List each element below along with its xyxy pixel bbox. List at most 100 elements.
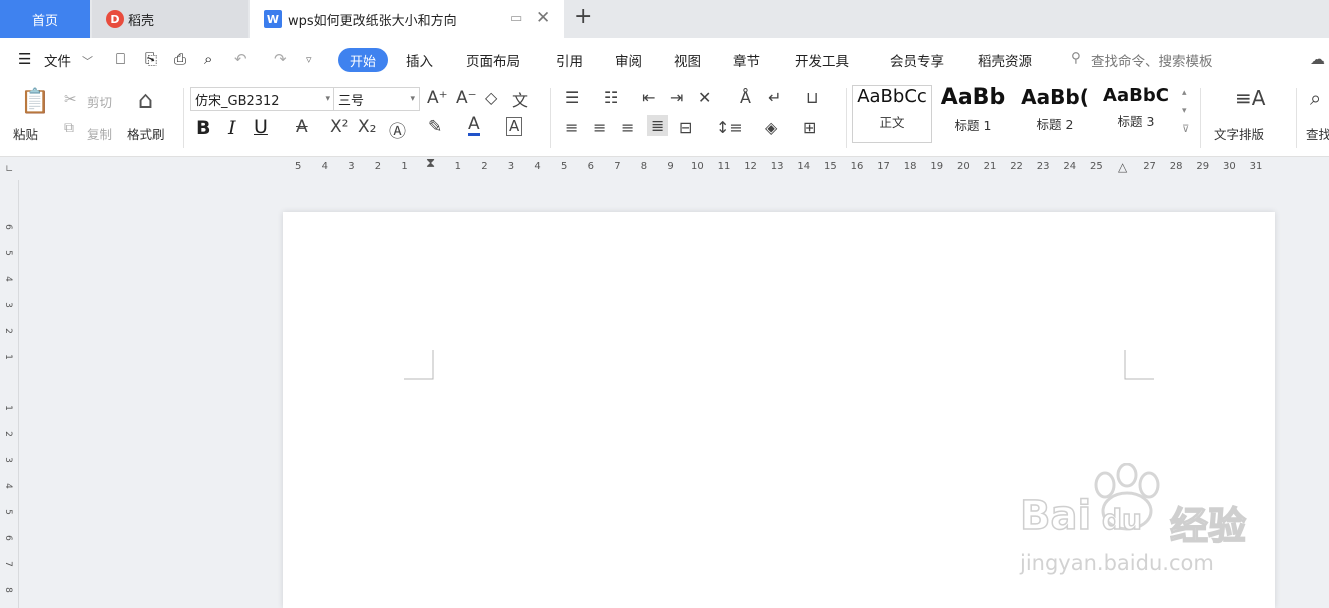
close-icon[interactable]: ✕	[536, 8, 550, 28]
superscript-icon[interactable]: X²	[330, 117, 348, 137]
styles-scroll-down-icon[interactable]: ▾	[1182, 106, 1187, 116]
margin-corner-top-left	[404, 350, 434, 380]
hamburger-icon[interactable]: ☰	[18, 50, 31, 68]
search-icon: ⚲	[1071, 50, 1081, 66]
ruler-tick: 30	[1223, 161, 1236, 172]
tab-document[interactable]: W wps如何更改纸张大小和方向 ▭ ✕	[250, 0, 564, 38]
vertical-ruler[interactable]	[0, 180, 19, 608]
bullet-list-icon[interactable]: ☰	[565, 88, 579, 107]
find-button[interactable]: 查找	[1306, 124, 1329, 143]
styles-scroll-up-icon[interactable]: ▴	[1182, 88, 1187, 98]
find-icon[interactable]: ⌕	[1310, 86, 1321, 110]
save-icon[interactable]: ⎕	[116, 50, 125, 68]
export-pdf-icon[interactable]: ⎘	[145, 50, 157, 68]
pinyin-icon[interactable]: 文	[512, 87, 528, 111]
highlight-icon[interactable]: ✎	[428, 117, 442, 137]
strikethrough-icon[interactable]: A	[296, 117, 308, 137]
style-heading-2[interactable]: AaBb( 标题 2	[1015, 85, 1095, 143]
font-size-select[interactable]: 三号 ▾	[333, 87, 420, 111]
ruler-tick: 3	[2, 301, 13, 308]
decrease-indent-icon[interactable]: ⇤	[642, 88, 655, 107]
bold-icon[interactable]: B	[196, 117, 210, 139]
ruler-tick: 5	[2, 509, 13, 515]
indent-marker-icon[interactable]: ⧗	[426, 156, 435, 171]
tab-stop-icon[interactable]: ⊔	[806, 88, 818, 107]
menu-chapter[interactable]: 章节	[733, 50, 760, 70]
text-layout-icon[interactable]: ≡A	[1235, 86, 1265, 110]
redo-icon[interactable]: ↷	[274, 50, 287, 68]
cloud-icon[interactable]: ☁	[1310, 50, 1325, 68]
menu-member[interactable]: 会员专享	[890, 50, 944, 70]
menu-references[interactable]: 引用	[556, 50, 583, 70]
styles-more-icon[interactable]: ⊽	[1182, 124, 1189, 135]
borders-icon[interactable]: ⊞	[803, 118, 816, 137]
tab-home[interactable]: 首页	[0, 0, 90, 38]
paste-icon[interactable]: 📋	[20, 87, 50, 115]
menu-daoke-resources[interactable]: 稻壳资源	[978, 50, 1032, 70]
daoke-icon: D	[106, 10, 124, 28]
ruler-tick: 5	[561, 161, 568, 172]
tab-selector-icon[interactable]: ∟	[5, 164, 13, 175]
tab-home-label: 首页	[31, 13, 58, 29]
cut-button[interactable]: 剪切	[87, 92, 112, 111]
menu-review[interactable]: 审阅	[615, 50, 642, 70]
quick-access-more-icon[interactable]: ▿	[306, 53, 312, 66]
font-name-select[interactable]: 仿宋_GB2312 ▾	[190, 87, 335, 111]
char-border-icon[interactable]: A	[506, 117, 523, 136]
print-preview-icon[interactable]: ⌕	[204, 50, 212, 68]
horizontal-ruler[interactable]	[0, 157, 1329, 179]
menu-developer[interactable]: 开发工具	[795, 50, 849, 70]
undo-icon[interactable]: ↶	[234, 50, 247, 68]
menu-page-layout[interactable]: 页面布局	[466, 50, 520, 70]
menu-insert[interactable]: 插入	[406, 50, 433, 70]
subscript-icon[interactable]: X₂	[358, 117, 376, 137]
increase-indent-icon[interactable]: ⇥	[670, 88, 683, 107]
font-color-icon[interactable]: A	[468, 115, 480, 136]
shading-icon[interactable]: ◈	[765, 118, 777, 137]
style-label: 标题 1	[954, 118, 992, 133]
pin-icon[interactable]: ▭	[510, 11, 522, 26]
distributed-align-icon[interactable]: ⊟	[679, 118, 692, 137]
text-layout-button[interactable]: 文字排版	[1214, 124, 1264, 143]
font-grow-icon[interactable]: A⁺	[427, 88, 448, 108]
new-tab-button[interactable]: +	[574, 4, 592, 29]
ruler-tick: 31	[1249, 161, 1263, 172]
chevron-down-icon[interactable]: ﹀	[82, 53, 93, 69]
command-search-input[interactable]: 查找命令、搜索模板	[1091, 50, 1213, 70]
format-painter-icon[interactable]: ⌂	[138, 86, 153, 114]
numbered-list-icon[interactable]: ☷	[604, 88, 618, 107]
underline-icon[interactable]: U	[254, 116, 268, 138]
align-left-icon[interactable]: ≡	[565, 118, 578, 137]
ruler-tick: 5	[295, 161, 302, 172]
align-justify-icon[interactable]: ≣	[647, 115, 669, 136]
print-icon[interactable]: ⎙	[174, 50, 186, 68]
copy-button[interactable]: 复制	[87, 124, 112, 143]
menu-start[interactable]: 开始	[338, 48, 388, 72]
paste-button[interactable]: 粘贴	[13, 124, 38, 143]
align-center-icon[interactable]: ≡	[593, 118, 606, 137]
italic-icon[interactable]: I	[228, 117, 236, 139]
style-heading-1[interactable]: AaBb 标题 1	[933, 85, 1013, 143]
menu-file[interactable]: 文件	[44, 50, 71, 70]
margin-corner-top-right	[1124, 350, 1154, 380]
tab-daoke[interactable]: D 稻壳	[92, 0, 248, 38]
ruler-tick: 5	[2, 250, 13, 256]
font-shrink-icon[interactable]: A⁻	[456, 88, 477, 108]
style-normal[interactable]: AaBbCc 正文	[852, 85, 932, 143]
ruler-tick: 15	[824, 161, 837, 172]
watermark-brand: Bai	[1019, 492, 1092, 540]
ruler-tick: 17	[877, 161, 890, 172]
style-heading-3[interactable]: AaBbC 标题 3	[1096, 85, 1176, 143]
show-marks-icon[interactable]: ↵	[768, 88, 781, 107]
line-spacing-icon[interactable]: ↕≡	[716, 118, 743, 137]
format-painter-button[interactable]: 格式刷	[127, 124, 165, 143]
text-effect-icon[interactable]: Ⓐ	[389, 117, 406, 142]
clear-format-icon[interactable]: ◇	[485, 88, 497, 107]
text-direction-icon[interactable]: Å	[740, 88, 751, 107]
menu-view[interactable]: 视图	[674, 50, 701, 70]
ruler-tick: 11	[717, 161, 731, 172]
style-label: 标题 3	[1117, 114, 1155, 129]
right-indent-marker-icon[interactable]: △	[1118, 160, 1127, 174]
align-right-icon[interactable]: ≡	[621, 118, 634, 137]
chinese-layout-icon[interactable]: ✕	[698, 88, 711, 107]
